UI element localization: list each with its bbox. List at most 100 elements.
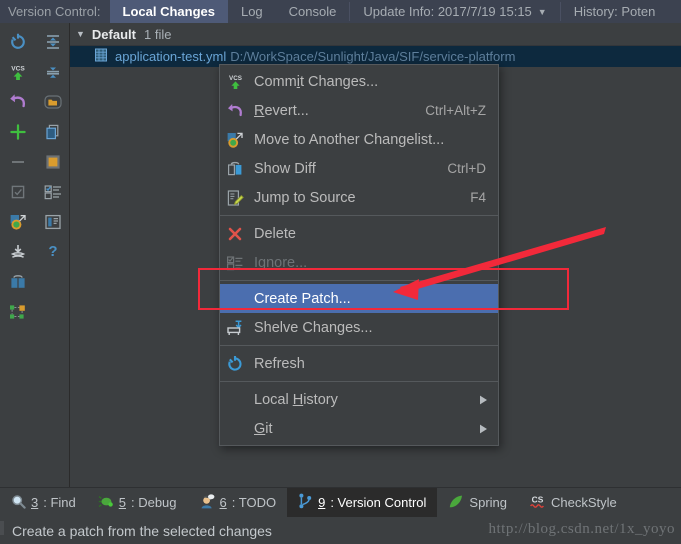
tool-window-find-number: 3 (31, 495, 39, 510)
module-group-icon (8, 303, 28, 321)
group-by-changelist-button[interactable] (35, 177, 70, 207)
folder-icon (43, 93, 63, 111)
shelve-icon (9, 243, 27, 261)
menu-item-move-to-another-changelist[interactable]: Move to Another Changelist... (220, 125, 498, 154)
new-changelist-button[interactable] (0, 117, 35, 147)
svg-text:VCS: VCS (229, 75, 242, 82)
menu-item-jump-to-source[interactable]: Jump to Source F4 (220, 183, 498, 212)
tool-window-version-control[interactable]: 9 : Version Control (287, 488, 438, 517)
menu-divider-2 (220, 280, 498, 281)
search-icon (11, 494, 26, 512)
status-bar-left-indicator (0, 521, 4, 535)
menu-item-show-diff-label: Show Diff (254, 160, 316, 177)
menu-item-move-to-another-changelist-label: Move to Another Changelist... (254, 131, 445, 148)
changelist-header-default[interactable]: ▼ Default 1 file (70, 23, 681, 46)
checkstyle-icon: CS (529, 494, 546, 512)
help-button[interactable]: ? (35, 237, 70, 267)
menu-item-shelve-changes-label: Shelve Changes... (254, 319, 373, 336)
collapse-all-button[interactable] (35, 27, 70, 57)
menu-item-create-patch[interactable]: Create Patch... (220, 284, 498, 313)
tool-window-spring[interactable]: Spring (437, 488, 518, 517)
changelist-group-icon (43, 183, 63, 201)
move-to-changelist-button[interactable] (0, 207, 35, 237)
expand-all-button[interactable] (35, 57, 70, 87)
tab-log-label: Log (240, 4, 263, 19)
refresh-button[interactable] (0, 27, 35, 57)
watermark-text: http://blog.csdn.net/1x_yoyo (488, 520, 675, 537)
changelist-name: Default (91, 26, 136, 42)
vcs-commit-icon: VCS (8, 63, 28, 82)
menu-item-shelve-changes[interactable]: Shelve Changes... (220, 313, 498, 342)
collapse-all-icon (44, 33, 62, 51)
menu-item-delete[interactable]: Delete (220, 219, 498, 248)
remove-changelist-button[interactable] (0, 147, 35, 177)
tab-log[interactable]: Log (228, 0, 276, 23)
chevron-down-icon[interactable]: ▼ (538, 7, 547, 17)
toolbar-empty-1 (35, 267, 70, 297)
minus-icon (9, 153, 27, 171)
delete-icon (220, 225, 250, 243)
set-active-changelist-button[interactable] (0, 177, 35, 207)
menu-item-commit-changes-label: Commit Changes... (254, 73, 379, 90)
toolbar-empty-2 (35, 297, 70, 327)
tool-window-debug[interactable]: 5 : Debug (87, 488, 188, 517)
tab-local-changes[interactable]: Local Changes (109, 0, 228, 23)
tool-window-checkstyle-label: CheckStyle (551, 495, 617, 510)
tool-window-checkstyle[interactable]: CS CheckStyle (518, 488, 628, 517)
ignored-files-icon (44, 153, 62, 171)
refresh-icon (220, 355, 250, 373)
menu-item-ignore: Ignore... (220, 248, 498, 277)
changes-context-menu: VCS Commit Changes... Revert... Ctrl+Alt… (219, 64, 499, 446)
menu-item-jump-to-source-accel: F4 (470, 190, 486, 205)
submenu-arrow-icon (479, 424, 498, 434)
refresh-icon (9, 33, 27, 51)
plus-icon (9, 123, 27, 141)
menu-item-show-diff-accel: Ctrl+D (447, 161, 486, 176)
changelist-file-count: 1 file (143, 26, 172, 42)
revert-icon (220, 102, 250, 120)
help-icon: ? (44, 243, 62, 261)
menu-item-commit-changes[interactable]: VCS Commit Changes... (220, 67, 498, 96)
app-root: Version Control: Local Changes Log Conso… (0, 0, 681, 544)
tool-window-todo-number: 6 (219, 495, 227, 510)
expand-arrow-icon[interactable]: ▼ (76, 29, 85, 39)
copy-button[interactable] (35, 117, 70, 147)
menu-item-revert-label: Revert... (254, 102, 309, 119)
menu-item-refresh[interactable]: Refresh (220, 349, 498, 378)
tab-update-info[interactable]: Update Info: 2017/7/19 15:15 ▼ (350, 0, 559, 23)
tool-window-find[interactable]: 3 : Find (0, 488, 87, 517)
menu-item-git[interactable]: Git (220, 414, 498, 443)
shelve-button[interactable] (0, 237, 35, 267)
group-by-module-button[interactable] (0, 297, 35, 327)
tab-console[interactable]: Console (276, 0, 350, 23)
tool-window-version-control-number: 9 (318, 495, 326, 510)
preview-diff-icon (43, 213, 63, 231)
tab-history[interactable]: History: Poten (561, 0, 669, 23)
tab-update-info-label: Update Info: 2017/7/19 15:15 (363, 4, 532, 19)
tool-window-spring-label: Spring (469, 495, 507, 510)
menu-item-local-history[interactable]: Local History (220, 385, 498, 414)
menu-item-refresh-label: Refresh (254, 355, 305, 372)
move-to-changelist-icon (8, 213, 28, 231)
menu-item-revert[interactable]: Revert... Ctrl+Alt+Z (220, 96, 498, 125)
group-by-directory-button[interactable] (35, 87, 70, 117)
menu-item-local-history-label: Local History (254, 391, 338, 408)
version-control-label: Version Control: (8, 4, 101, 19)
revert-button[interactable] (0, 87, 35, 117)
revert-icon (8, 93, 28, 111)
move-to-changelist-icon (220, 131, 250, 149)
svg-text:CS: CS (532, 494, 544, 504)
tool-window-todo[interactable]: 6 : TODO (188, 488, 288, 517)
commit-changes-button[interactable]: VCS (0, 57, 35, 87)
tool-window-bar: 3 : Find 5 : Debug 6: TODO 9: Version … (0, 487, 681, 517)
menu-divider-4 (220, 381, 498, 382)
menu-item-ignore-label: Ignore... (254, 254, 308, 271)
menu-item-show-diff[interactable]: Show Diff Ctrl+D (220, 154, 498, 183)
preview-diff-button[interactable] (35, 207, 70, 237)
tab-console-label: Console (288, 4, 337, 19)
spring-leaf-icon (448, 494, 464, 512)
unshelve-button[interactable] (0, 267, 35, 297)
show-ignored-button[interactable] (35, 147, 70, 177)
tool-window-todo-label: : TODO (231, 495, 277, 510)
yaml-file-icon (94, 48, 108, 65)
